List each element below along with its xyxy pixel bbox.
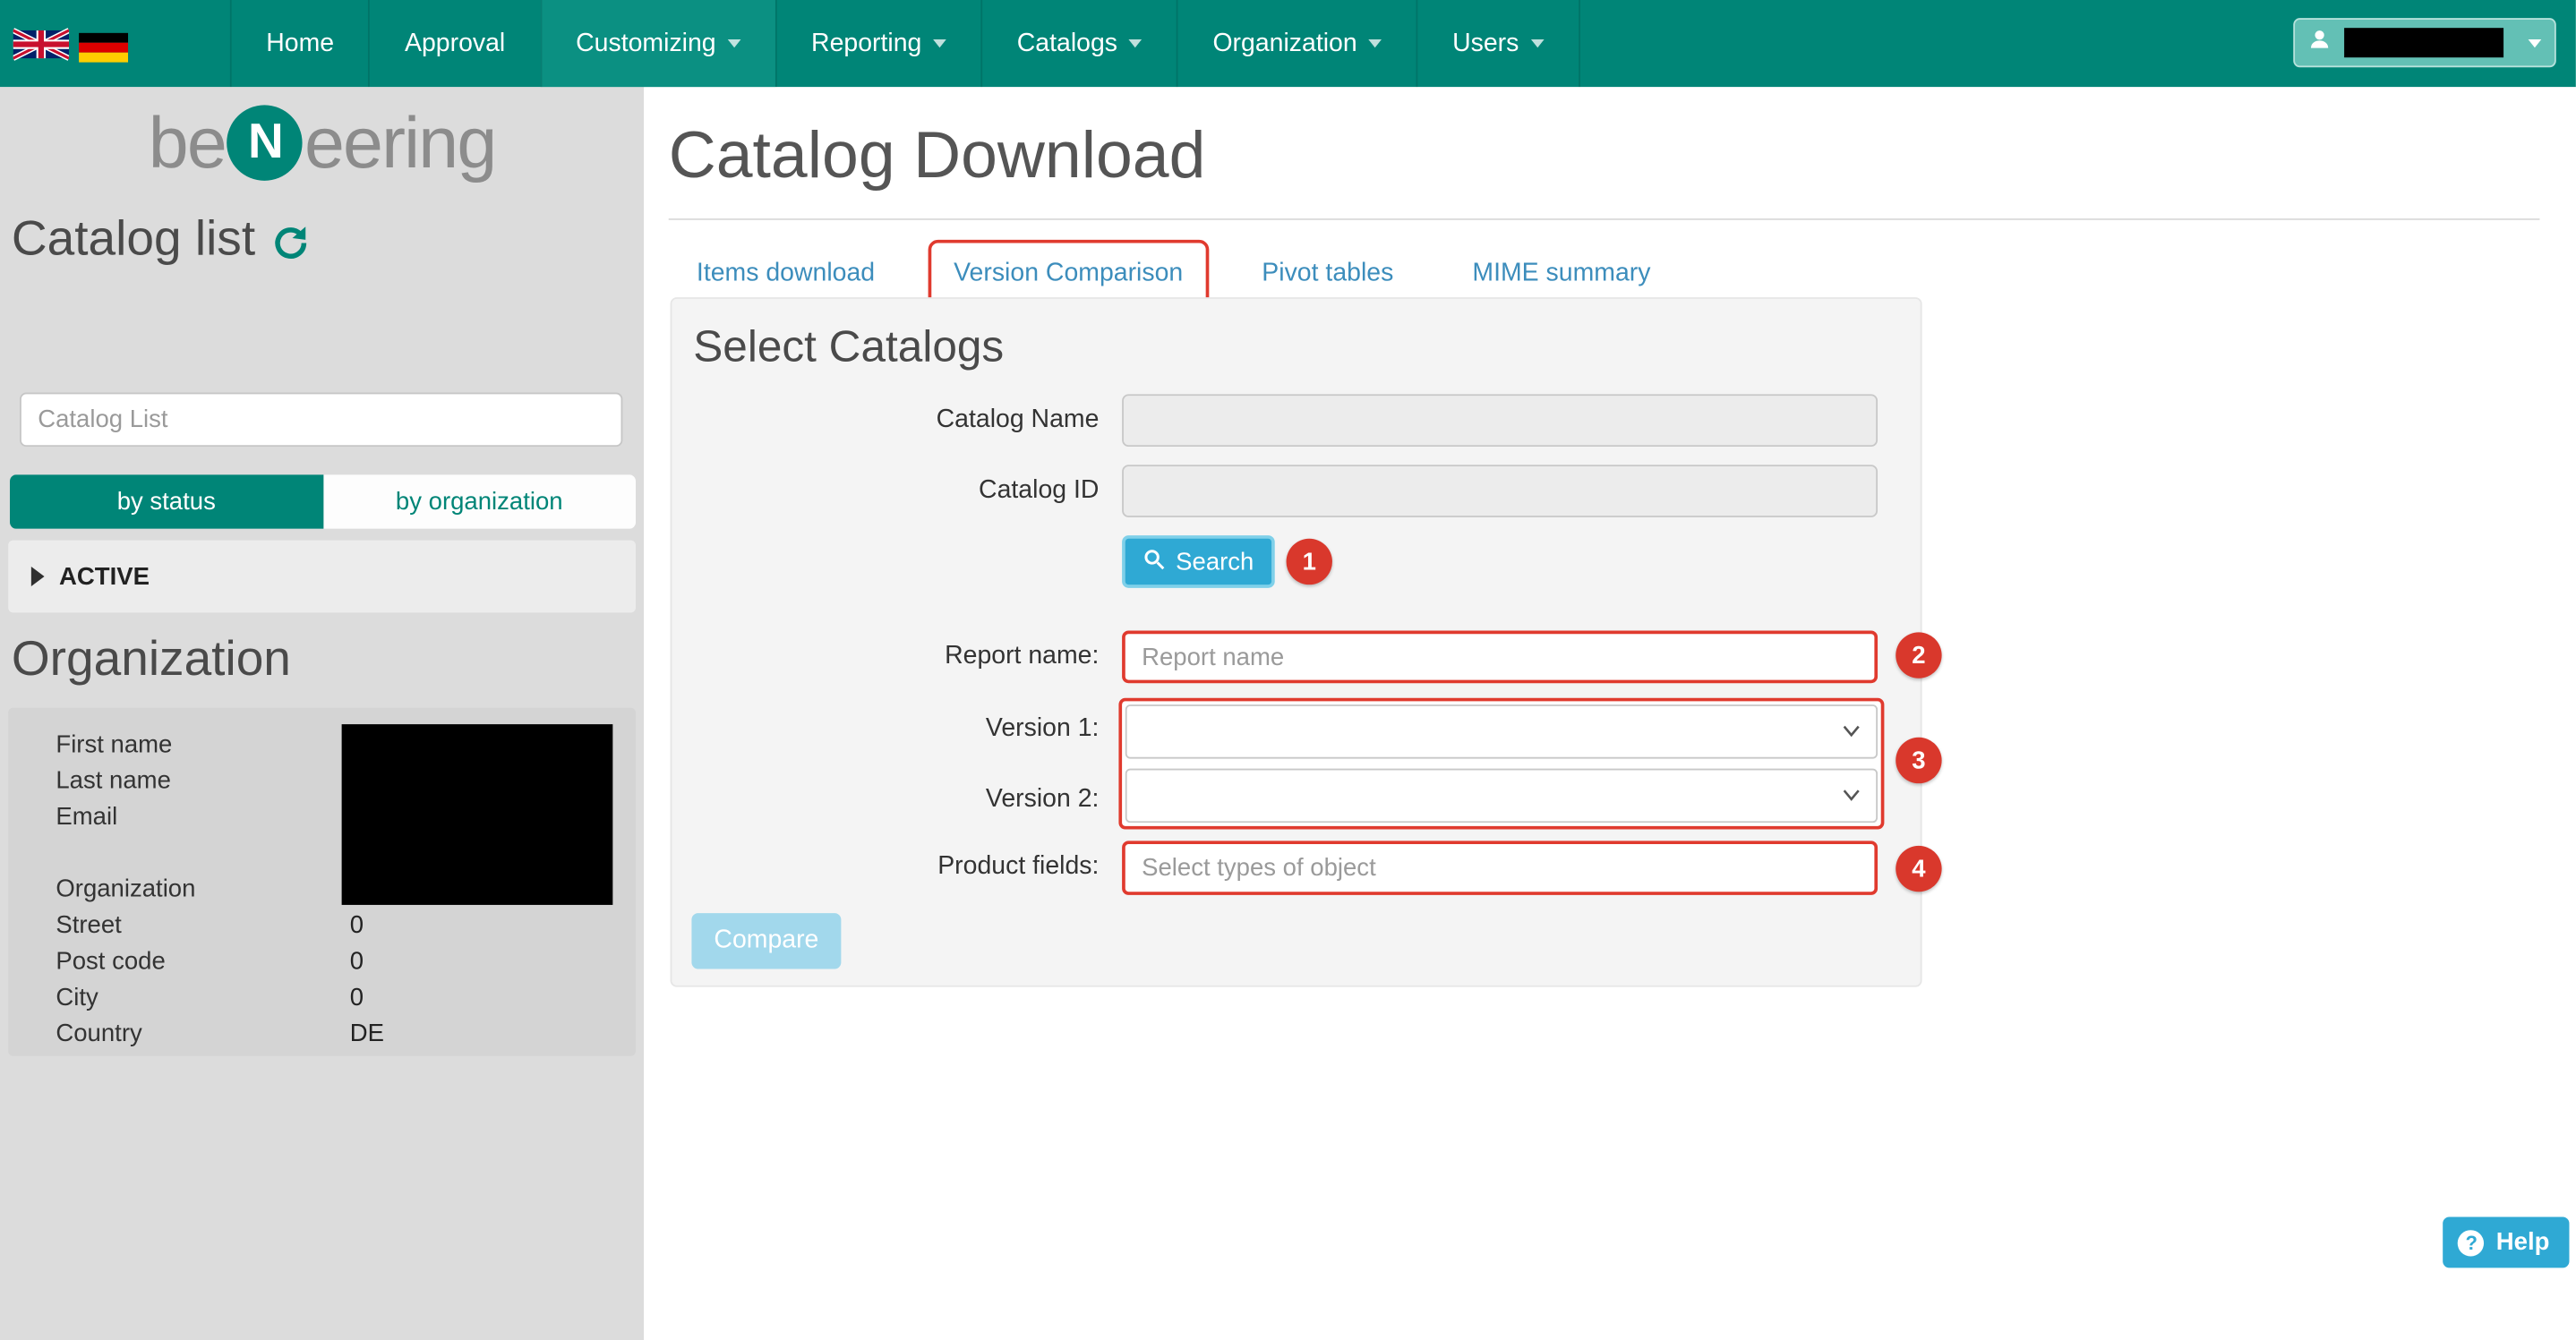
nav-item-customizing[interactable]: Customizing xyxy=(539,0,775,88)
version1-select[interactable] xyxy=(1125,704,1879,759)
nav-item-reporting[interactable]: Reporting xyxy=(775,0,981,88)
catalog-list-heading: Catalog list xyxy=(12,212,644,268)
caret-down-icon xyxy=(727,39,741,48)
nav-item-label: Organization xyxy=(1212,29,1357,57)
logo-n-circle: N xyxy=(227,106,304,182)
beneering-logo: be Neering xyxy=(0,104,644,186)
organization-details-panel: First name Last name Email Organization … xyxy=(8,707,637,1056)
tab-by-status[interactable]: by status xyxy=(10,474,323,529)
search-button[interactable]: Search xyxy=(1122,535,1275,588)
select-catalogs-panel: Select Catalogs Catalog Name Catalog ID … xyxy=(670,297,1942,987)
catalog-list-search-input[interactable] xyxy=(20,392,623,448)
annotation-badge-4: 4 xyxy=(1896,845,1942,892)
sidebar: beNeering Catalog list by status by orga… xyxy=(0,87,645,1340)
triangle-right-icon xyxy=(30,566,45,586)
org-row-post-code: Post code 0 xyxy=(56,947,364,976)
nav-item-label: Home xyxy=(266,29,335,57)
logo-text-suffix: eering xyxy=(304,103,497,184)
main-content: Catalog Download Items download Version … xyxy=(644,87,2576,1340)
top-navbar: Home Approval Customizing Reporting Cata… xyxy=(0,0,2576,88)
title-divider xyxy=(668,218,2540,220)
refresh-icon[interactable] xyxy=(271,224,311,263)
nav-item-label: Users xyxy=(1452,29,1519,57)
caret-down-icon xyxy=(2528,38,2542,47)
logo-text-prefix: be xyxy=(148,103,227,184)
compare-button[interactable]: Compare xyxy=(691,913,842,969)
catalog-name-label: Catalog Name xyxy=(936,405,1100,434)
report-name-label: Report name: xyxy=(945,642,1100,670)
uk-flag-icon[interactable] xyxy=(13,27,70,60)
product-fields-input[interactable] xyxy=(1122,841,1879,895)
panel-heading: Select Catalogs xyxy=(693,321,1005,371)
annotation-badge-1: 1 xyxy=(1286,538,1332,585)
catalog-id-input[interactable] xyxy=(1122,465,1879,517)
version2-select[interactable] xyxy=(1125,768,1879,824)
search-icon xyxy=(1143,548,1164,576)
user-icon xyxy=(2308,27,2332,58)
organization-heading: Organization xyxy=(11,632,291,687)
catalog-list-tabs: by status by organization xyxy=(10,474,637,529)
nav-item-label: Customizing xyxy=(576,29,716,57)
redacted-user-details xyxy=(341,724,613,905)
org-row-city: City 0 xyxy=(56,983,364,1012)
catalog-group-active[interactable]: ACTIVE xyxy=(8,540,637,613)
caret-down-icon xyxy=(1530,39,1544,48)
version1-label: Version 1: xyxy=(985,714,1100,743)
catalog-id-label: Catalog ID xyxy=(979,476,1100,505)
caret-down-icon xyxy=(933,39,946,48)
nav-item-organization[interactable]: Organization xyxy=(1177,0,1416,88)
nav-item-approval[interactable]: Approval xyxy=(368,0,540,88)
nav-item-label: Reporting xyxy=(811,29,922,57)
annotation-badge-3: 3 xyxy=(1896,737,1942,784)
nav-item-catalogs[interactable]: Catalogs xyxy=(980,0,1177,88)
catalog-name-input[interactable] xyxy=(1122,394,1879,448)
tab-by-organization[interactable]: by organization xyxy=(322,474,637,529)
chevron-down-icon xyxy=(1840,783,1863,815)
germany-flag-icon[interactable] xyxy=(79,31,129,62)
language-switcher xyxy=(0,0,144,87)
help-button[interactable]: ? Help xyxy=(2443,1216,2570,1268)
org-row-street: Street 0 xyxy=(56,911,364,940)
redacted-username xyxy=(2344,28,2504,58)
caret-down-icon xyxy=(1128,39,1143,48)
nav-item-label: Approval xyxy=(404,29,506,57)
chevron-down-icon xyxy=(1840,720,1863,751)
main-menu: Home Approval Customizing Reporting Cata… xyxy=(229,0,1580,88)
product-fields-label: Product fields: xyxy=(937,852,1100,881)
report-name-input[interactable] xyxy=(1122,630,1879,684)
nav-item-home[interactable]: Home xyxy=(229,0,369,88)
nav-item-users[interactable]: Users xyxy=(1416,0,1580,88)
org-row-country: Country DE xyxy=(56,1020,385,1048)
nav-item-label: Catalogs xyxy=(1016,29,1118,57)
app-window: Home Approval Customizing Reporting Cata… xyxy=(0,0,2576,1340)
caret-down-icon xyxy=(1368,39,1382,48)
page-title: Catalog Download xyxy=(668,119,1206,192)
user-menu[interactable] xyxy=(2293,18,2556,68)
annotation-badge-2: 2 xyxy=(1896,632,1942,679)
question-mark-icon: ? xyxy=(2458,1229,2485,1256)
version-selects-annotation-box xyxy=(1118,697,1885,830)
version2-label: Version 2: xyxy=(985,784,1100,814)
